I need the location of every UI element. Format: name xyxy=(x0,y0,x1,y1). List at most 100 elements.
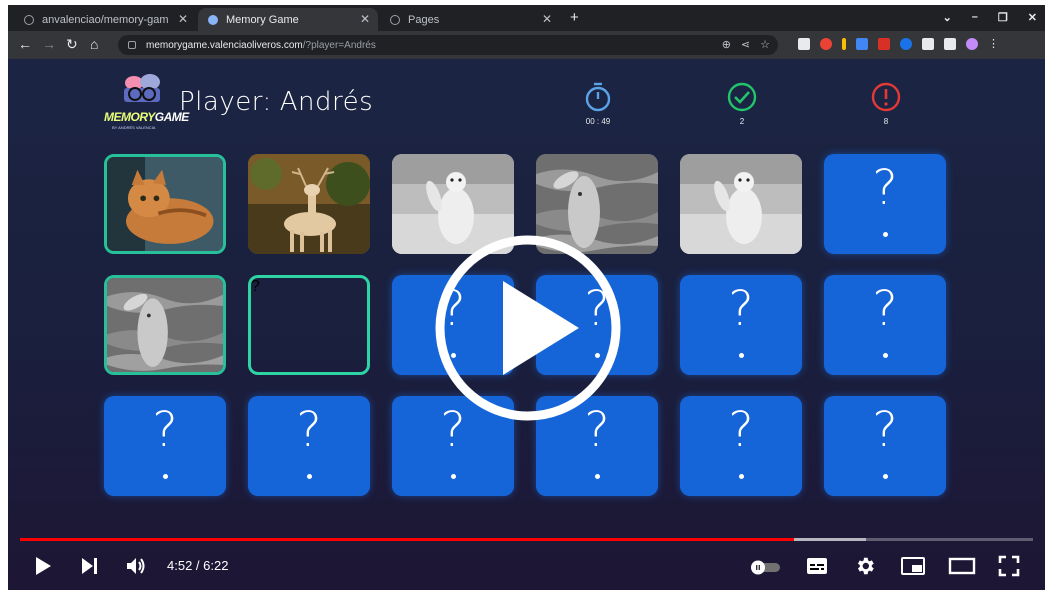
side-panel-icon xyxy=(944,38,956,50)
card-cat[interactable] xyxy=(104,154,226,254)
maximize-icon: ❐ xyxy=(997,12,1008,24)
question-dot-icon xyxy=(739,353,744,358)
time-display: 4:52 / 6:22 xyxy=(167,558,229,573)
volume-button[interactable] xyxy=(125,555,149,577)
card-face-down[interactable]: ? xyxy=(824,396,946,496)
extension-icons: ⋮ xyxy=(798,38,999,50)
browser-tab-pages: Pages ✕ xyxy=(380,8,560,31)
hits-stat: 2 xyxy=(722,81,762,126)
question-mark-icon: ? xyxy=(152,402,178,458)
question-dot-icon xyxy=(451,474,456,479)
minimize-icon: – xyxy=(971,11,978,23)
dolphin-photo xyxy=(107,278,223,372)
reload-icon: ↻ xyxy=(66,36,78,52)
home-icon: ⌂ xyxy=(90,36,99,52)
memory-game-logo: MEMORYGAME BY ANDRÉS VALENCIA xyxy=(104,73,189,133)
question-dot-icon xyxy=(883,232,888,237)
big-play-icon[interactable] xyxy=(433,233,623,423)
question-mark-icon: ? xyxy=(728,402,754,458)
card-face-down[interactable]: ? xyxy=(824,275,946,375)
tab-title: Memory Game xyxy=(226,13,299,26)
question-mark-icon: ? xyxy=(872,281,898,337)
browser-tab-bar: anvalenciao/memory-gam ✕ Memory Game ✕ P… xyxy=(8,5,1045,31)
question-mark-icon: ? xyxy=(251,278,260,295)
github-icon xyxy=(24,14,34,25)
errors-stat: 8 xyxy=(866,81,906,126)
question-dot-icon xyxy=(739,474,744,479)
browser-tab-memory-game: Memory Game ✕ xyxy=(198,8,378,31)
video-progress-bar[interactable] xyxy=(20,538,1033,541)
fullscreen-button[interactable] xyxy=(998,555,1020,577)
play-button[interactable] xyxy=(33,555,53,577)
browser-tab-github: anvalenciao/memory-gam ✕ xyxy=(14,8,196,31)
video-player[interactable]: anvalenciao/memory-gam ✕ Memory Game ✕ P… xyxy=(8,5,1045,590)
question-dot-icon xyxy=(307,474,312,479)
logo-wordmark: MEMORYGAME xyxy=(104,110,189,124)
bookmark-star-icon: ☆ xyxy=(760,39,770,51)
player-heading: Player: Andrés xyxy=(179,87,374,117)
question-dot-icon xyxy=(595,474,600,479)
install-icon: ⊕ xyxy=(721,39,731,51)
polar-bear-photo xyxy=(680,154,802,254)
menu-kebab-icon: ⋮ xyxy=(988,38,999,50)
extension-icon xyxy=(900,38,912,50)
back-icon: ← xyxy=(18,36,32,52)
tab-title: Pages xyxy=(408,13,440,26)
question-mark-icon: ? xyxy=(872,160,898,216)
question-dot-icon xyxy=(163,474,168,479)
tab-close-icon: ✕ xyxy=(359,12,370,26)
question-mark-icon: ? xyxy=(296,402,322,458)
card-face-down[interactable]: ? xyxy=(680,396,802,496)
pages-icon xyxy=(390,14,400,25)
memory-game-favicon-icon xyxy=(208,14,218,25)
progress-played xyxy=(20,538,794,541)
window-controls: ⌄ – ❐ ✕ xyxy=(943,11,1037,24)
theater-mode-button[interactable] xyxy=(948,555,976,577)
errors-value: 8 xyxy=(883,117,889,126)
tab-search-icon: ⌄ xyxy=(942,12,952,24)
extension-icon xyxy=(798,38,810,50)
tab-close-icon: ✕ xyxy=(541,12,552,26)
extension-icon xyxy=(856,38,868,50)
extension-icon xyxy=(820,38,832,50)
memory-game-page: MEMORYGAME BY ANDRÉS VALENCIA Player: And… xyxy=(8,59,1045,590)
logo-byline: BY ANDRÉS VALENCIA xyxy=(112,125,156,130)
question-dot-icon xyxy=(883,353,888,358)
check-circle-icon xyxy=(727,82,757,112)
tab-title: anvalenciao/memory-gam xyxy=(42,13,169,26)
settings-gear-icon[interactable] xyxy=(853,555,877,577)
subtitles-button[interactable] xyxy=(805,555,829,577)
card-face-down[interactable]: ? xyxy=(824,154,946,254)
stopwatch-icon xyxy=(585,82,611,112)
miniplayer-button[interactable] xyxy=(900,555,926,577)
card-face-down[interactable]: ? xyxy=(248,396,370,496)
brain-glasses-logo-icon xyxy=(124,74,160,102)
card-dolphin[interactable] xyxy=(104,275,226,375)
url-text: memorygame.valenciaoliveros.com/?player=… xyxy=(146,39,376,51)
new-tab-icon: + xyxy=(570,9,579,26)
card-deer[interactable] xyxy=(248,154,370,254)
question-dot-icon xyxy=(883,474,888,479)
deer-photo xyxy=(248,154,370,254)
timer-stat: 00 : 49 xyxy=(578,81,618,126)
browser-toolbar: ← → ↻ ⌂ memorygame.valenciaoliveros.com/… xyxy=(8,31,1045,59)
extension-icon xyxy=(842,38,846,50)
card-polar-bear[interactable] xyxy=(680,154,802,254)
error-alert-icon xyxy=(871,82,901,112)
cat-photo xyxy=(107,157,223,251)
puzzle-icon xyxy=(922,38,934,50)
address-bar: memorygame.valenciaoliveros.com/?player=… xyxy=(118,35,778,55)
extension-icon xyxy=(878,38,890,50)
card-face-down[interactable]: ? xyxy=(248,275,370,375)
lock-icon xyxy=(128,41,136,49)
question-mark-icon: ? xyxy=(872,402,898,458)
tab-close-icon: ✕ xyxy=(177,12,188,26)
card-face-down[interactable]: ? xyxy=(104,396,226,496)
question-mark-icon: ? xyxy=(728,281,754,337)
next-video-button[interactable] xyxy=(80,555,100,577)
card-face-down[interactable]: ? xyxy=(680,275,802,375)
video-controls: 4:52 / 6:22 xyxy=(8,545,1045,590)
forward-icon: → xyxy=(42,36,56,52)
player-name-value: Andrés xyxy=(279,87,374,117)
autoplay-toggle[interactable] xyxy=(748,559,782,575)
